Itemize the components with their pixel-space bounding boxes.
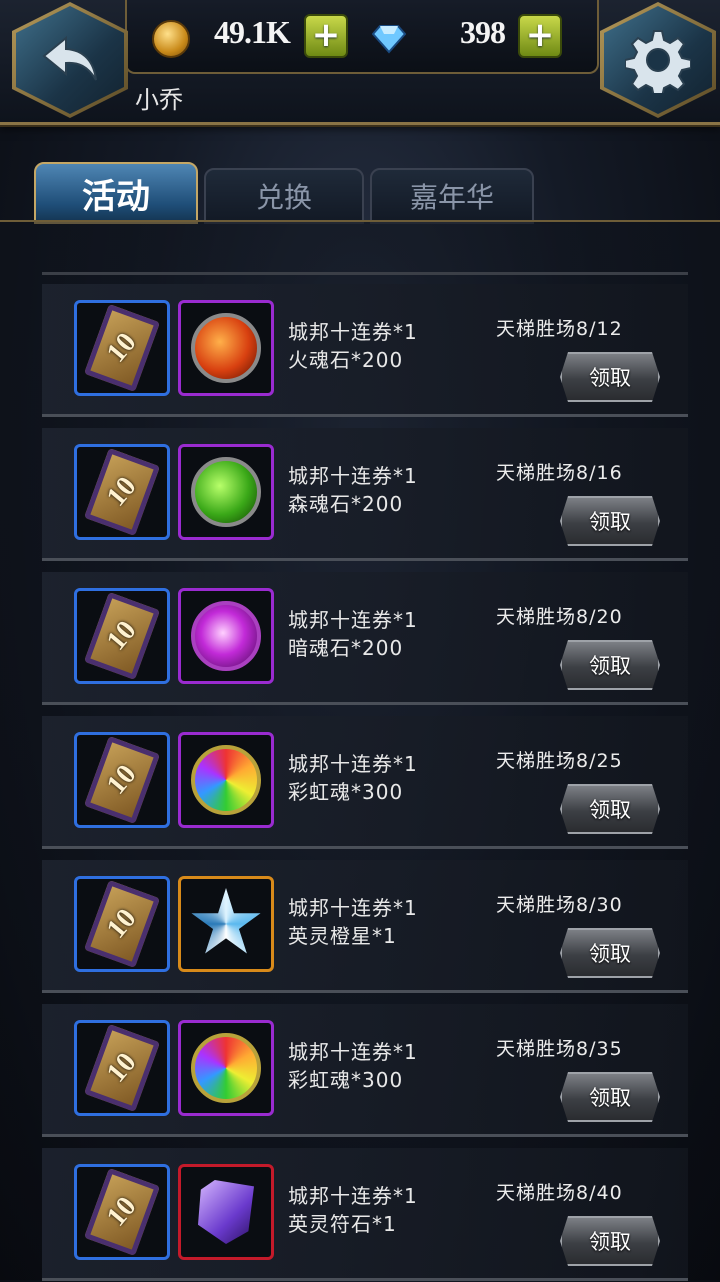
hero-orange-star-icon [191,888,261,954]
claim-button[interactable]: 领取 [560,784,660,834]
ticket-slot[interactable]: 10 [74,876,170,972]
ten-draw-ticket-icon: 10 [83,735,161,825]
rainbow-soul-icon [191,1033,261,1103]
item-slot[interactable] [178,588,274,684]
claim-button[interactable]: 领取 [560,928,660,978]
item-slot[interactable] [178,1020,274,1116]
ten-draw-ticket-icon: 10 [83,447,161,537]
claim-button[interactable]: 领取 [560,1216,660,1266]
reward-row: 10 城邦十连券*1 彩虹魂*300 天梯胜场8/25 领取 [42,716,688,849]
ticket-slot[interactable]: 10 [74,1164,170,1260]
reward-row: 10 城邦十连券*1 英灵橙星*1 天梯胜场8/30 领取 [42,860,688,993]
forest-soul-stone-icon [191,457,261,527]
requirement-text: 天梯胜场8/25 [496,750,623,772]
item-slot[interactable] [178,732,274,828]
reward-text: 城邦十连券*1 英灵符石*1 [288,1184,418,1236]
ticket-slot[interactable]: 10 [74,732,170,828]
diamond-icon [372,25,406,54]
item-slot[interactable] [178,444,274,540]
tab-activity[interactable]: 活动 [34,162,198,224]
requirement-text: 天梯胜场8/35 [496,1038,623,1060]
item-slot[interactable] [178,300,274,396]
back-arrow-icon [42,35,97,81]
fire-soul-stone-icon [191,313,261,383]
ten-draw-ticket-icon: 10 [83,879,161,969]
claim-button[interactable]: 领取 [560,1072,660,1122]
claim-button[interactable]: 领取 [560,496,660,546]
gold-value: 49.1K [214,14,291,50]
reward-text: 城邦十连券*1 彩虹魂*300 [288,1040,418,1092]
hero-rune-stone-icon [198,1180,254,1244]
item-slot[interactable] [178,876,274,972]
ten-draw-ticket-icon: 10 [83,303,161,393]
rainbow-soul-icon [191,745,261,815]
ten-draw-ticket-icon: 10 [83,591,161,681]
reward-text: 城邦十连券*1 火魂石*200 [288,320,418,372]
gold-coin-icon [152,20,190,58]
reward-text: 城邦十连券*1 森魂石*200 [288,464,418,516]
ticket-slot[interactable]: 10 [74,444,170,540]
claim-button[interactable]: 领取 [560,352,660,402]
reward-text: 城邦十连券*1 英灵橙星*1 [288,896,418,948]
reward-row: 10 城邦十连券*1 火魂石*200 天梯胜场8/12 领取 [42,284,688,417]
requirement-text: 天梯胜场8/16 [496,462,623,484]
ticket-slot[interactable]: 10 [74,1020,170,1116]
reward-text: 城邦十连券*1 彩虹魂*300 [288,752,418,804]
add-gold-button[interactable]: + [304,14,348,58]
ten-draw-ticket-icon: 10 [83,1167,161,1257]
item-slot[interactable] [178,1164,274,1260]
requirement-text: 天梯胜场8/12 [496,318,623,340]
reward-text: 城邦十连券*1 暗魂石*200 [288,608,418,660]
diamond-value: 398 [460,14,506,50]
gear-icon [625,30,691,93]
dark-soul-stone-icon [191,601,261,671]
requirement-text: 天梯胜场8/40 [496,1182,623,1204]
ten-draw-ticket-icon: 10 [83,1023,161,1113]
ticket-slot[interactable]: 10 [74,588,170,684]
requirement-text: 天梯胜场8/20 [496,606,623,628]
tab-exchange[interactable]: 兑换 [204,168,364,224]
claim-button[interactable]: 领取 [560,640,660,690]
tab-carnival[interactable]: 嘉年华 [370,168,534,224]
reward-row: 10 城邦十连券*1 森魂石*200 天梯胜场8/16 领取 [42,428,688,561]
requirement-text: 天梯胜场8/30 [496,894,623,916]
list-divider [42,272,688,275]
username-label: 小乔 [135,86,183,114]
reward-row: 10 城邦十连券*1 暗魂石*200 天梯胜场8/20 领取 [42,572,688,705]
reward-row: 10 城邦十连券*1 彩虹魂*300 天梯胜场8/35 领取 [42,1004,688,1137]
add-diamond-button[interactable]: + [518,14,562,58]
ticket-slot[interactable]: 10 [74,300,170,396]
reward-row: 10 城邦十连券*1 英灵符石*1 天梯胜场8/40 领取 [42,1148,688,1281]
